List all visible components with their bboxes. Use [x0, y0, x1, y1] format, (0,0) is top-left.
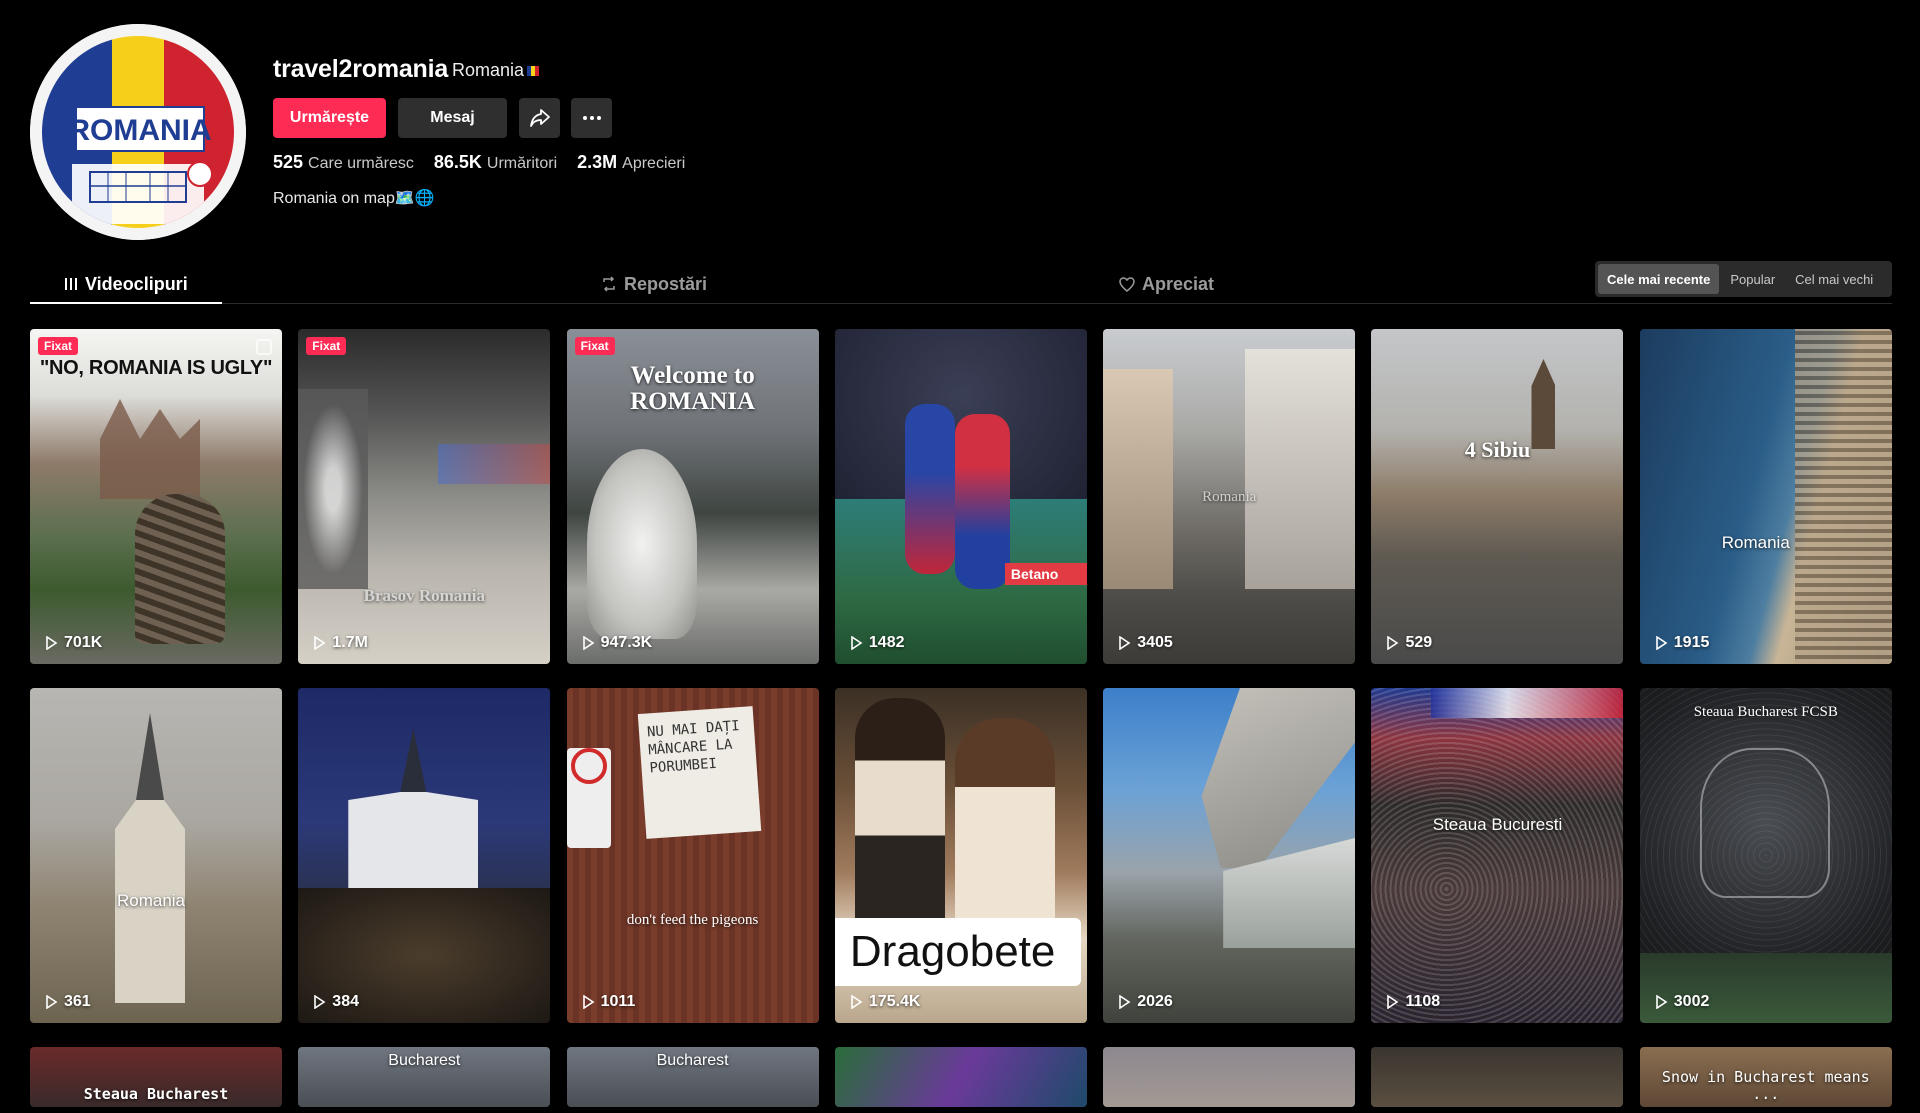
play-icon [1655, 995, 1668, 1009]
play-icon [1387, 995, 1399, 1009]
view-count: 3405 [1117, 634, 1173, 652]
pinned-badge: Fixat [306, 337, 347, 355]
nickname: Romania [452, 60, 540, 81]
video-card[interactable]: Snow in Bucharest means ... [1639, 1047, 1892, 1107]
likes-count: 2.3M Aprecieri [577, 152, 686, 172]
video-card[interactable]: Steaua Bucuresti 1108 [1371, 688, 1624, 1023]
followers-count[interactable]: 86.5K Urmăritori [434, 152, 557, 173]
play-icon [1387, 636, 1399, 650]
tab-videos[interactable]: Videoclipuri [64, 264, 188, 304]
video-caption: Brasov Romania [363, 586, 485, 605]
play-icon [1119, 995, 1131, 1009]
video-grid: Fixat "NO, ROMANIA IS UGLY" 701K Fixat B… [30, 329, 1892, 1107]
video-caption: Romania [1202, 489, 1257, 505]
play-icon [46, 636, 58, 650]
view-count: 175.4K [849, 993, 920, 1011]
play-icon [314, 636, 326, 650]
view-count: 701K [44, 634, 102, 652]
video-caption: Bucharest [656, 1052, 729, 1069]
video-caption: Bucharest [388, 1052, 461, 1069]
tab-reposts[interactable]: Repostări [601, 264, 707, 304]
tab-liked[interactable]: Apreciat [1119, 264, 1214, 304]
following-count[interactable]: 525 Care urmăresc [273, 152, 414, 173]
view-count: 1108 [1385, 993, 1440, 1011]
romania-flag-icon [527, 66, 540, 77]
share-button[interactable] [519, 98, 560, 138]
video-card[interactable] [1371, 1047, 1624, 1107]
play-icon [1119, 636, 1131, 650]
active-tab-indicator [30, 302, 222, 304]
more-icon [582, 116, 601, 120]
video-card[interactable]: NU MAI DAȚI MÂNCARE LA PORUMBEI don't fe… [566, 688, 819, 1023]
more-options-button[interactable] [571, 98, 612, 138]
message-button[interactable]: Mesaj [398, 98, 507, 138]
view-count: 3002 [1654, 993, 1709, 1011]
video-card[interactable] [1103, 1047, 1356, 1107]
video-caption: Steaua Bucharest [83, 1085, 229, 1103]
username: travel2romania [273, 55, 449, 83]
video-card[interactable]: Romania 361 [30, 688, 282, 1023]
video-card[interactable]: Bucharest [566, 1047, 819, 1107]
video-card[interactable]: Dragobete 175.4K [834, 688, 1087, 1023]
heart-icon [1119, 276, 1135, 292]
video-caption: 4 Sibiu [1464, 437, 1531, 462]
view-count: 384 [312, 993, 359, 1011]
view-count: 1482 [849, 634, 904, 652]
sort-popular[interactable]: Popular [1721, 264, 1784, 294]
video-card[interactable]: 4 Sibiu 529 [1371, 329, 1624, 664]
video-caption: Romania [116, 891, 186, 910]
video-caption: Romania [1721, 533, 1790, 552]
video-card[interactable]: Fixat Brasov Romania 1.7M [298, 329, 551, 664]
sort-latest[interactable]: Cele mai recente [1598, 264, 1720, 294]
video-caption: don't feed the pigeons [626, 912, 759, 928]
pinned-badge: Fixat [574, 337, 615, 355]
play-icon [46, 995, 58, 1009]
video-card[interactable]: Steaua Bucharest [30, 1047, 282, 1107]
video-caption: Steaua Bucuresti [1432, 815, 1563, 834]
nickname-text: Romania [452, 60, 525, 80]
video-card[interactable]: Romania 1915 [1639, 329, 1892, 664]
play-icon [851, 636, 863, 650]
sort-oldest[interactable]: Cel mai vechi [1786, 264, 1882, 294]
video-caption: Dragobete [834, 918, 1081, 986]
video-card[interactable]: Fixat Welcome to ROMANIA 947.3K [566, 329, 819, 664]
view-count: 361 [44, 993, 91, 1011]
view-count: 1915 [1654, 634, 1709, 652]
play-icon [851, 995, 863, 1009]
play-icon [314, 995, 326, 1009]
video-card[interactable]: Bucharest [298, 1047, 551, 1107]
video-card[interactable]: Romania 3405 [1103, 329, 1356, 664]
save-icon[interactable] [256, 339, 272, 355]
video-card[interactable]: Fixat "NO, ROMANIA IS UGLY" 701K [30, 329, 282, 664]
sort-control: Cele mai recente Popular Cel mai vechi [1595, 261, 1892, 297]
play-icon [582, 995, 595, 1009]
view-count: 529 [1385, 634, 1432, 652]
handwritten-sign: NU MAI DAȚI MÂNCARE LA PORUMBEI [637, 706, 761, 839]
grid-icon [65, 278, 77, 290]
view-count: 2026 [1117, 993, 1173, 1011]
share-icon [529, 109, 550, 127]
video-card[interactable] [834, 1047, 1087, 1107]
repost-icon [603, 276, 615, 292]
video-caption: Steaua Bucharest FCSB [1693, 704, 1838, 720]
pinned-badge: Fixat [38, 337, 79, 355]
video-caption: Snow in Bucharest means ... [1661, 1068, 1870, 1104]
video-caption: Welcome to ROMANIA [630, 362, 756, 416]
follow-button[interactable]: Urmărește [273, 98, 386, 138]
video-card[interactable]: 2026 [1103, 688, 1356, 1023]
avatar[interactable]: ROMANIA [30, 24, 246, 240]
video-caption: "NO, ROMANIA IS UGLY" [39, 357, 273, 379]
video-card[interactable]: 384 [298, 688, 551, 1023]
video-card[interactable]: Steaua Bucharest FCSB 3002 [1639, 688, 1892, 1023]
view-count: 1011 [581, 993, 635, 1011]
svg-text:ROMANIA: ROMANIA [68, 114, 211, 147]
profile-stats: 525 Care urmăresc 86.5K Urmăritori 2.3M Apr… [273, 152, 685, 173]
play-icon [1655, 636, 1668, 650]
video-card[interactable]: Betano 1482 [834, 329, 1087, 664]
view-count: 947.3K [581, 634, 652, 652]
play-icon [582, 636, 595, 650]
view-count: 1.7M [312, 634, 368, 652]
bio: Romania on map🗺️🌐 [273, 190, 435, 207]
